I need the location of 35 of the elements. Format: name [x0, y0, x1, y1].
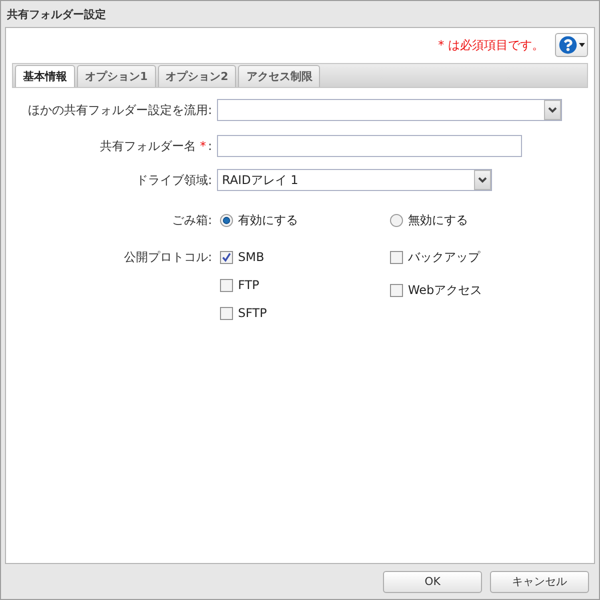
field-label: ごみ箱: [172, 212, 212, 229]
chevron-down-icon[interactable] [544, 100, 561, 120]
cancel-button[interactable]: キャンセル [490, 570, 589, 592]
help-icon [558, 36, 576, 54]
field-label: ドライブ領域: [136, 172, 212, 188]
checkbox-option[interactable]: Webアクセス [390, 282, 482, 298]
checkbox[interactable] [220, 306, 233, 320]
checkbox[interactable] [390, 250, 403, 264]
radio-button[interactable] [390, 214, 403, 227]
checkbox[interactable] [220, 250, 233, 264]
text-field[interactable] [217, 135, 522, 157]
help-button[interactable] [555, 33, 588, 57]
radio-option[interactable]: 有効にする [220, 212, 298, 228]
tab[interactable]: 基本情報 [15, 65, 75, 87]
checkbox-option[interactable]: バックアップ [390, 249, 480, 265]
tab[interactable]: オプション1 [77, 65, 156, 87]
select-field[interactable] [217, 99, 562, 121]
chevron-down-icon[interactable] [474, 170, 491, 190]
checkbox-option[interactable]: SFTP [220, 305, 267, 321]
window-title: 共有フォルダー設定 [7, 6, 106, 22]
required-note: * は必須項目です。 [438, 36, 544, 54]
field-label: 共有フォルダー名 * : [100, 138, 212, 154]
field-label: ほかの共有フォルダー設定を流用: [28, 102, 212, 118]
caret-icon [578, 43, 584, 47]
tab[interactable]: アクセス制限 [238, 65, 320, 87]
checkbox-option[interactable]: SMB [220, 249, 264, 265]
checkbox[interactable] [220, 278, 233, 292]
radio-button[interactable] [220, 214, 233, 227]
checkbox-option[interactable]: FTP [220, 277, 260, 293]
select-field[interactable]: RAIDアレイ 1 [217, 169, 492, 191]
ok-button[interactable]: OK [383, 570, 482, 592]
field-label: 公開プロトコル: [124, 249, 212, 266]
checkbox[interactable] [390, 284, 403, 296]
radio-option[interactable]: 無効にする [390, 212, 468, 228]
tab[interactable]: オプション2 [158, 65, 236, 87]
